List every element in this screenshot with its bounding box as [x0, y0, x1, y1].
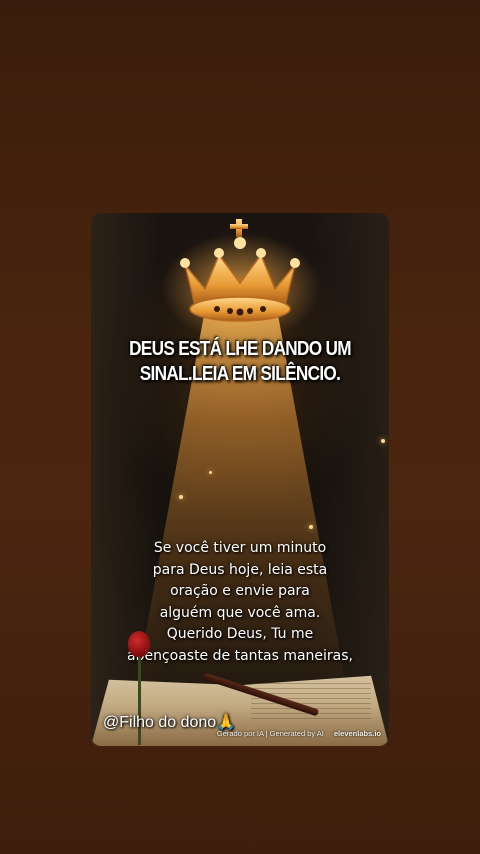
rose-icon: [128, 631, 150, 657]
prayer-line: alguém que você ama.: [159, 604, 321, 621]
brand-label: elevenlabs.io: [333, 729, 381, 738]
headline: DEUS ESTÁ LHE DANDO UM SINAL.LEIA EM SIL…: [120, 337, 359, 387]
crown-icon: [180, 219, 300, 322]
headline-line: SINAL.LEIA EM SILÊNCIO.: [139, 363, 341, 385]
prayer-line: para Deus hoje, leia esta: [152, 561, 328, 578]
sparkle: [209, 471, 212, 474]
prayer-line: Se você tiver um minuto: [153, 540, 327, 556]
book-text-lines: [251, 683, 371, 723]
prayer-line: oração e envie para: [170, 583, 310, 599]
story-card[interactable]: DEUS ESTÁ LHE DANDO UM SINAL.LEIA EM SIL…: [91, 213, 389, 746]
sparkle: [309, 525, 313, 529]
ai-credit-text: Gerado por IA | Generated by AI: [216, 729, 324, 738]
sparkle: [381, 439, 385, 443]
ai-credit: Gerado por IA | Generated by AI elevenlab…: [217, 729, 381, 738]
sparkle: [179, 495, 183, 499]
headline-line: DEUS ESTÁ LHE DANDO UM: [129, 338, 352, 360]
